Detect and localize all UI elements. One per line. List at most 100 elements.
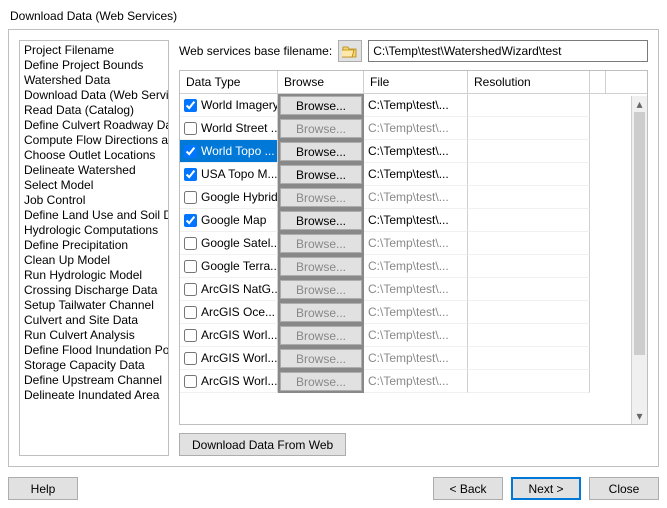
header-browse[interactable]: Browse (278, 71, 364, 93)
browse-button[interactable]: Browse... (280, 257, 362, 276)
data-type-cell[interactable]: ArcGIS Worl... (180, 324, 278, 347)
resolution-cell[interactable] (468, 94, 590, 117)
header-resolution[interactable]: Resolution (468, 71, 590, 93)
resolution-cell[interactable] (468, 209, 590, 232)
row-checkbox[interactable] (184, 191, 197, 204)
row-checkbox[interactable] (184, 352, 197, 365)
browse-button[interactable]: Browse... (280, 372, 362, 391)
file-cell[interactable]: C:\Temp\test\... (364, 278, 468, 301)
browse-button[interactable]: Browse... (280, 165, 362, 184)
row-checkbox[interactable] (184, 168, 197, 181)
browse-button[interactable]: Browse... (280, 326, 362, 345)
nav-item[interactable]: Define Precipitation (20, 238, 168, 253)
data-type-cell[interactable]: Google Map (180, 209, 278, 232)
resolution-cell[interactable] (468, 163, 590, 186)
browse-button[interactable]: Browse... (280, 142, 362, 161)
scroll-up-icon[interactable]: ▴ (632, 96, 647, 112)
data-type-cell[interactable]: World Imagery (180, 94, 278, 117)
nav-item[interactable]: Compute Flow Directions and (20, 133, 168, 148)
browse-folder-button[interactable] (338, 40, 362, 62)
row-checkbox[interactable] (184, 99, 197, 112)
nav-item[interactable]: Run Culvert Analysis (20, 328, 168, 343)
file-cell[interactable]: C:\Temp\test\... (364, 94, 468, 117)
resolution-cell[interactable] (468, 117, 590, 140)
browse-button[interactable]: Browse... (280, 96, 362, 115)
header-file[interactable]: File (364, 71, 468, 93)
nav-item[interactable]: Define Project Bounds (20, 58, 168, 73)
nav-item[interactable]: Select Model (20, 178, 168, 193)
resolution-cell[interactable] (468, 255, 590, 278)
nav-item[interactable]: Delineate Inundated Area (20, 388, 168, 403)
nav-item[interactable]: Storage Capacity Data (20, 358, 168, 373)
file-cell[interactable]: C:\Temp\test\... (364, 163, 468, 186)
help-button[interactable]: Help (8, 477, 78, 500)
row-checkbox[interactable] (184, 283, 197, 296)
nav-item[interactable]: Delineate Watershed (20, 163, 168, 178)
resolution-cell[interactable] (468, 232, 590, 255)
file-cell[interactable]: C:\Temp\test\... (364, 209, 468, 232)
file-cell[interactable]: C:\Temp\test\... (364, 255, 468, 278)
nav-item[interactable]: Read Data (Catalog) (20, 103, 168, 118)
file-cell[interactable]: C:\Temp\test\... (364, 140, 468, 163)
data-type-cell[interactable]: USA Topo M... (180, 163, 278, 186)
file-cell[interactable]: C:\Temp\test\... (364, 301, 468, 324)
scroll-down-icon[interactable]: ▾ (632, 408, 647, 424)
file-cell[interactable]: C:\Temp\test\... (364, 117, 468, 140)
scroll-thumb[interactable] (634, 112, 645, 355)
data-type-cell[interactable]: ArcGIS Oce... (180, 301, 278, 324)
wizard-steps-list[interactable]: Project FilenameDefine Project BoundsWat… (19, 40, 169, 456)
row-checkbox[interactable] (184, 329, 197, 342)
file-cell[interactable]: C:\Temp\test\... (364, 370, 468, 393)
row-checkbox[interactable] (184, 306, 197, 319)
data-type-cell[interactable]: ArcGIS NatG... (180, 278, 278, 301)
resolution-cell[interactable] (468, 301, 590, 324)
nav-item[interactable]: Clean Up Model (20, 253, 168, 268)
file-cell[interactable]: C:\Temp\test\... (364, 347, 468, 370)
file-cell[interactable]: C:\Temp\test\... (364, 186, 468, 209)
nav-item[interactable]: Crossing Discharge Data (20, 283, 168, 298)
data-type-cell[interactable]: Google Satel... (180, 232, 278, 255)
nav-item[interactable]: Define Culvert Roadway Data (20, 118, 168, 133)
resolution-cell[interactable] (468, 324, 590, 347)
resolution-cell[interactable] (468, 370, 590, 393)
file-cell[interactable]: C:\Temp\test\... (364, 232, 468, 255)
resolution-cell[interactable] (468, 347, 590, 370)
resolution-cell[interactable] (468, 140, 590, 163)
data-type-cell[interactable]: Google Hybrid (180, 186, 278, 209)
nav-item[interactable]: Define Land Use and Soil Data (20, 208, 168, 223)
data-type-cell[interactable]: World Topo ... (180, 140, 278, 163)
data-type-cell[interactable]: Google Terra... (180, 255, 278, 278)
row-checkbox[interactable] (184, 260, 197, 273)
nav-item[interactable]: Choose Outlet Locations (20, 148, 168, 163)
nav-item[interactable]: Hydrologic Computations (20, 223, 168, 238)
row-checkbox[interactable] (184, 145, 197, 158)
nav-item[interactable]: Job Control (20, 193, 168, 208)
file-cell[interactable]: C:\Temp\test\... (364, 324, 468, 347)
browse-button[interactable]: Browse... (280, 119, 362, 138)
row-checkbox[interactable] (184, 375, 197, 388)
nav-item[interactable]: Culvert and Site Data (20, 313, 168, 328)
browse-button[interactable]: Browse... (280, 280, 362, 299)
browse-button[interactable]: Browse... (280, 211, 362, 230)
back-button[interactable]: < Back (433, 477, 503, 500)
data-type-cell[interactable]: World Street ... (180, 117, 278, 140)
nav-item[interactable]: Define Flood Inundation Polygons (20, 343, 168, 358)
data-type-cell[interactable]: ArcGIS Worl... (180, 370, 278, 393)
data-type-cell[interactable]: ArcGIS Worl... (180, 347, 278, 370)
resolution-cell[interactable] (468, 186, 590, 209)
nav-item[interactable]: Watershed Data (20, 73, 168, 88)
nav-item[interactable]: Project Filename (20, 43, 168, 58)
download-data-button[interactable]: Download Data From Web (179, 433, 346, 456)
row-checkbox[interactable] (184, 122, 197, 135)
nav-item[interactable]: Define Upstream Channel (20, 373, 168, 388)
close-button[interactable]: Close (589, 477, 659, 500)
resolution-cell[interactable] (468, 278, 590, 301)
row-checkbox[interactable] (184, 214, 197, 227)
nav-item[interactable]: Run Hydrologic Model (20, 268, 168, 283)
header-data-type[interactable]: Data Type (180, 71, 278, 93)
next-button[interactable]: Next > (511, 477, 581, 500)
browse-button[interactable]: Browse... (280, 234, 362, 253)
nav-item[interactable]: Setup Tailwater Channel (20, 298, 168, 313)
nav-item[interactable]: Download Data (Web Services) (20, 88, 168, 103)
vertical-scrollbar[interactable]: ▴ ▾ (631, 96, 647, 424)
